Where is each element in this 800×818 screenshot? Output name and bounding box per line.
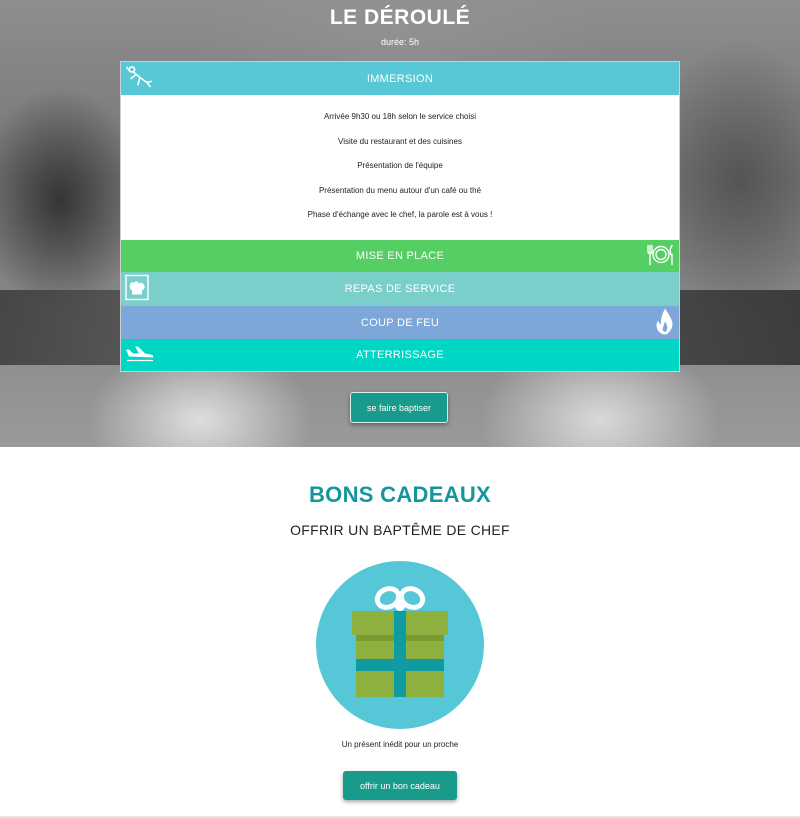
hero-title: LE DÉROULÉ — [329, 6, 471, 29]
accordion-label-immersion: IMMERSION — [366, 72, 434, 85]
accordion-label-atterrissage: ATTERRISSAGE — [356, 349, 444, 361]
accordion-header-mise-en-place[interactable]: MISE EN PLACE — [121, 240, 679, 272]
airplane-landing-icon — [125, 345, 155, 366]
chef-hat-icon — [125, 274, 149, 304]
accordion-header-coup-de-feu[interactable]: COUP DE FEU — [121, 306, 679, 339]
diver-icon — [125, 64, 153, 93]
immersion-detail: Visite du restaurant et des cuisines — [338, 136, 462, 146]
gift-section-subtitle: OFFRIR UN BAPTÊME DE CHEF — [290, 522, 510, 538]
accordion-header-immersion[interactable]: IMMERSION — [121, 62, 679, 95]
accordion-header-atterrissage[interactable]: ATTERRISSAGE — [121, 339, 679, 371]
hero-duration: durée: 5h — [380, 37, 420, 47]
accordion-label-coup-de-feu: COUP DE FEU — [360, 316, 440, 329]
gift-section-title: BONS CADEAUX — [308, 482, 492, 507]
immersion-detail: Arrivée 9h30 ou 18h selon le service cho… — [323, 112, 477, 121]
gift-caption: Un présent inédit pour un proche — [341, 740, 459, 749]
flame-icon — [655, 307, 675, 338]
hero-section: LE DÉROULÉ durée: 5h IMMERSION Arrivée 9… — [0, 0, 800, 447]
offrir-bon-cadeau-button[interactable]: offrir un bon cadeau — [343, 771, 457, 800]
accordion-header-repas-de-service[interactable]: REPAS DE SERVICE — [121, 272, 679, 306]
immersion-detail: Phase d'échange avec le chef, la parole … — [307, 210, 493, 219]
timeline-accordion: IMMERSION Arrivée 9h30 ou 18h selon le s… — [120, 61, 680, 372]
accordion-label-repas-de-service: REPAS DE SERVICE — [344, 283, 456, 295]
immersion-detail: Présentation de l'équipe — [357, 161, 443, 170]
se-faire-baptiser-button[interactable]: se faire baptiser — [350, 392, 448, 423]
plate-cutlery-icon — [647, 243, 675, 270]
immersion-detail: Présentation du menu autour d'un café ou… — [318, 185, 482, 195]
gift-box-icon — [316, 561, 484, 729]
accordion-label-mise-en-place: MISE EN PLACE — [355, 250, 445, 262]
accordion-panel-immersion: Arrivée 9h30 ou 18h selon le service cho… — [121, 95, 679, 240]
